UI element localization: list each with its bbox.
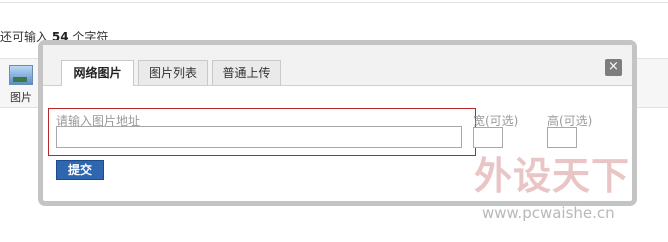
tab-image-list[interactable]: 图片列表 [138, 60, 208, 85]
insert-image-label: 图片 [10, 91, 32, 104]
height-input[interactable] [547, 127, 577, 148]
image-icon [9, 65, 33, 85]
close-icon[interactable]: × [605, 59, 622, 76]
image-url-input[interactable] [56, 126, 462, 148]
tab-normal-upload[interactable]: 普通上传 [212, 60, 281, 85]
submit-button[interactable]: 提交 [56, 160, 104, 180]
dialog-tab-bar: 网络图片 图片列表 普通上传 × [43, 45, 632, 86]
watermark-brand: 外设天下 [474, 154, 631, 198]
tab-web-image[interactable]: 网络图片 [61, 60, 134, 86]
insert-image-button[interactable]: 图片 [8, 65, 34, 105]
watermark-site: www.pcwaishe.cn [482, 204, 615, 222]
width-input[interactable] [473, 127, 503, 148]
page-top-divider [0, 2, 668, 3]
